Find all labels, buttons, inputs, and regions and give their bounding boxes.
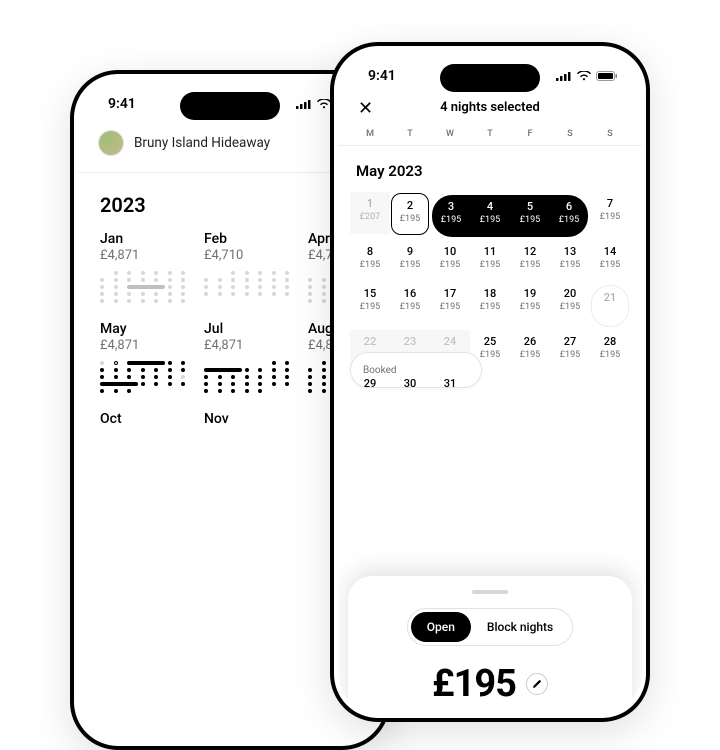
weekday-row: M T W T F S S: [338, 129, 642, 146]
calendar-row-5: 29 30 31: [338, 372, 642, 414]
month-cell-jul[interactable]: Jul £4,871: [204, 321, 296, 393]
listing-name: Bruny Island Hideaway: [134, 135, 270, 151]
month-cell-feb[interactable]: Feb £4,710: [204, 231, 296, 303]
mini-cal-jul: [204, 361, 296, 393]
day-16[interactable]: 16£195: [390, 282, 430, 324]
mini-cal-jan: [100, 271, 192, 303]
mini-cal-may: [100, 361, 192, 393]
pencil-icon: [532, 679, 542, 689]
dynamic-island: [440, 64, 540, 92]
day-10[interactable]: 10£195: [430, 240, 470, 282]
month-heading: May 2023: [338, 146, 642, 192]
day-15[interactable]: 15£195: [350, 282, 390, 324]
selection-title: 4 nights selected: [440, 100, 540, 115]
day-18[interactable]: 18£195: [470, 282, 510, 324]
month-cell-nov[interactable]: Nov: [204, 411, 296, 427]
cellular-icon: [296, 99, 312, 109]
calendar-grid: 1£207 2£195 3£195 4£195 5£195 6£195 7£19…: [338, 192, 642, 330]
day-19[interactable]: 19£195: [510, 282, 550, 324]
wifi-icon: [577, 71, 591, 81]
day-27[interactable]: 27£195: [550, 330, 590, 372]
segment-block[interactable]: Block nights: [471, 612, 569, 642]
segment-open[interactable]: Open: [411, 612, 471, 642]
day-5-selected[interactable]: 5£195: [510, 195, 550, 237]
day-14[interactable]: 14£195: [590, 240, 630, 282]
day-6-selected[interactable]: 6£195: [550, 195, 588, 237]
day-17[interactable]: 17£195: [430, 282, 470, 324]
day-29[interactable]: 29: [350, 372, 390, 414]
price-row: £195: [366, 662, 614, 706]
day-30[interactable]: 30: [390, 372, 430, 414]
day-20[interactable]: 20£195: [550, 282, 590, 324]
day-7[interactable]: 7£195: [590, 192, 630, 234]
day-11[interactable]: 11£195: [470, 240, 510, 282]
day-9[interactable]: 9£195: [390, 240, 430, 282]
bottom-sheet: Open Block nights £195: [348, 576, 632, 714]
edit-price-button[interactable]: [526, 673, 548, 695]
detail-header: ✕ 4 nights selected: [338, 90, 642, 129]
day-1[interactable]: 1£207: [350, 192, 390, 234]
battery-icon: [596, 71, 618, 81]
close-icon[interactable]: ✕: [358, 100, 373, 118]
day-12[interactable]: 12£195: [510, 240, 550, 282]
day-26[interactable]: 26£195: [510, 330, 550, 372]
day-8[interactable]: 8£195: [350, 240, 390, 282]
status-time: 9:41: [108, 96, 136, 112]
mini-cal-feb: [204, 271, 296, 296]
day-28[interactable]: 28£195: [590, 330, 630, 372]
availability-segment: Open Block nights: [366, 608, 614, 646]
day-3-selected[interactable]: 3£195: [432, 195, 470, 237]
month-cell-oct[interactable]: Oct: [100, 411, 192, 427]
day-2[interactable]: 2£195: [391, 193, 429, 235]
cellular-icon: [556, 71, 572, 81]
listing-avatar: [98, 130, 124, 156]
status-time: 9:41: [368, 68, 396, 84]
day-31[interactable]: 31: [430, 372, 470, 414]
day-21-blocked[interactable]: 21: [591, 285, 629, 327]
month-cell-may[interactable]: May £4,871: [100, 321, 192, 393]
status-indicators: [556, 71, 618, 81]
dynamic-island: [180, 92, 280, 120]
day-4-selected[interactable]: 4£195: [470, 195, 510, 237]
wifi-icon: [317, 99, 331, 109]
phone-month-detail: 9:41 ✕ 4 nights selected M T W T F S S M…: [330, 42, 650, 722]
sheet-handle[interactable]: [472, 590, 508, 594]
nightly-price: £195: [432, 662, 516, 706]
month-cell-jan[interactable]: Jan £4,871: [100, 231, 192, 303]
day-13[interactable]: 13£195: [550, 240, 590, 282]
